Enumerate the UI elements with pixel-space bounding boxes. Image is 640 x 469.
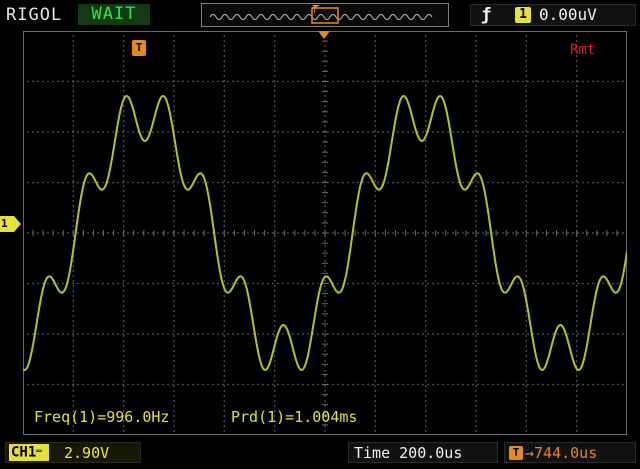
waveform-display[interactable]: Rmt Freq(1)=996.0Hz Prd(1)=1.004ms: [23, 31, 627, 435]
run-status-badge[interactable]: WAIT: [78, 4, 150, 25]
trigger-offset-settings[interactable]: T →744.0us: [504, 442, 636, 463]
brand-logo: RIGOL: [6, 5, 63, 25]
trigger-position-marker[interactable]: T: [132, 40, 146, 56]
timebase-value: Time 200.0us: [354, 444, 463, 462]
frequency-measurement: Freq(1)=996.0Hz: [34, 408, 170, 426]
timebase-settings[interactable]: Time 200.0us: [348, 442, 498, 463]
memory-depth-indicator: T: [201, 3, 449, 27]
channel1-marker-label: 1: [1, 217, 8, 230]
trigger-source-badge: 1: [515, 7, 531, 23]
channel1-settings[interactable]: CH1═ 2.90V: [5, 442, 141, 463]
rising-edge-icon: ƒ: [481, 5, 492, 25]
top-status-bar: RIGOL WAIT T ƒ 1 0.00uV: [0, 0, 640, 30]
remote-indicator: Rmt: [570, 42, 596, 58]
volts-per-div: 2.90V: [64, 444, 110, 462]
trigger-level-arrow-icon: [318, 31, 330, 39]
period-measurement: Prd(1)=1.004ms: [231, 408, 358, 426]
dc-coupling-icon: ═: [36, 447, 42, 457]
trigger-offset-icon: T: [509, 446, 523, 460]
waveform-trace: [23, 94, 627, 372]
svg-text:T: T: [312, 6, 317, 15]
memory-waveform-icon: T: [209, 5, 433, 24]
channel1-tag: CH1═: [9, 444, 49, 461]
trigger-info-panel[interactable]: ƒ 1 0.00uV: [470, 4, 636, 26]
trigger-offset-value: →744.0us: [525, 444, 598, 462]
trigger-level: 0.00uV: [539, 5, 597, 24]
ch1-waveform: [23, 94, 627, 372]
